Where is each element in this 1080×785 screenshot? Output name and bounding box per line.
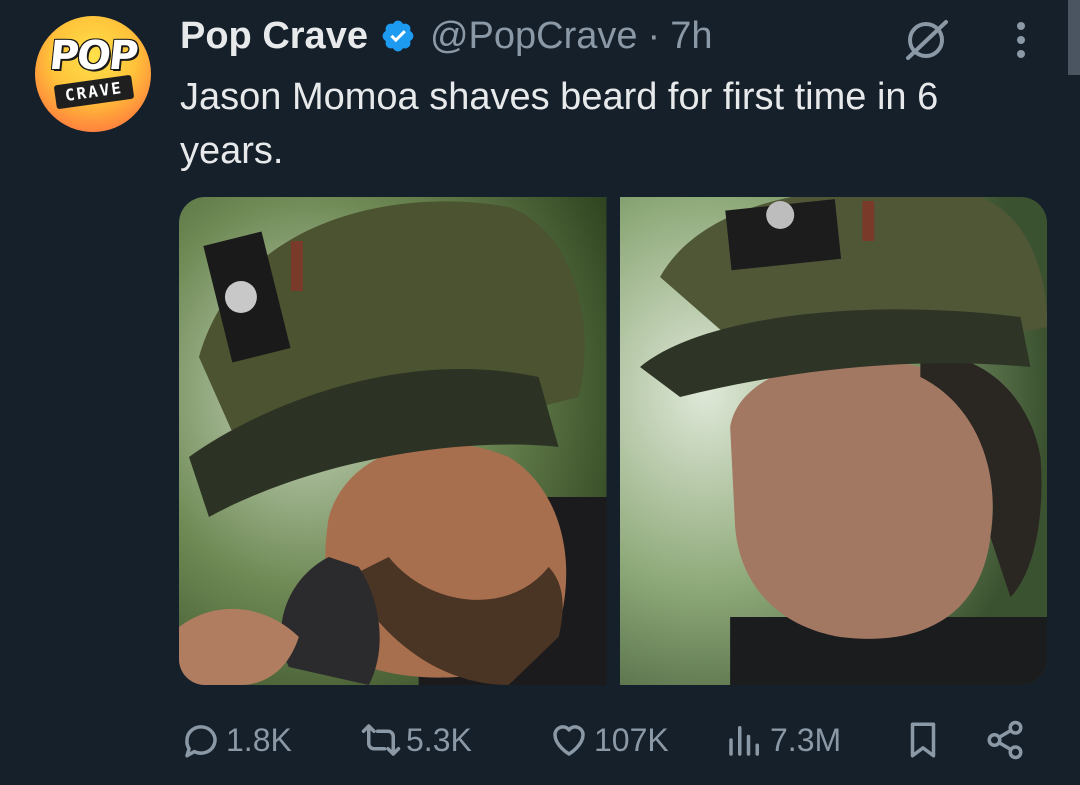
photo-left-image bbox=[179, 197, 607, 685]
heart-icon bbox=[553, 725, 585, 756]
avatar[interactable]: POP CRAVE bbox=[35, 16, 151, 132]
views-count: 7.3M bbox=[770, 721, 842, 758]
views-bar-chart-icon bbox=[729, 726, 759, 756]
photo-left[interactable] bbox=[179, 197, 607, 685]
photo-right-image bbox=[619, 197, 1047, 685]
scrollbar[interactable] bbox=[1068, 0, 1080, 75]
author-name[interactable]: Pop Crave bbox=[180, 15, 368, 58]
media-grid[interactable] bbox=[179, 197, 1047, 685]
share-icon bbox=[987, 720, 1023, 760]
post-header: Pop Crave @PopCrave · 7h bbox=[180, 10, 712, 62]
post-text: Jason Momoa shaves beard for first time … bbox=[180, 76, 939, 172]
grok-icon[interactable] bbox=[902, 16, 952, 62]
author-handle[interactable]: @PopCrave bbox=[430, 15, 638, 58]
reply-count: 1.8K bbox=[226, 721, 292, 758]
bookmark-button[interactable] bbox=[902, 714, 944, 766]
repost-count: 5.3K bbox=[406, 721, 472, 758]
repost-icon bbox=[361, 724, 401, 756]
verified-badge-icon bbox=[382, 20, 414, 52]
separator-dot: · bbox=[647, 14, 661, 57]
avatar-logo-pop: POP bbox=[47, 33, 139, 79]
repost-button[interactable]: 5.3K bbox=[360, 714, 472, 766]
post-time[interactable]: 7h bbox=[670, 15, 712, 58]
photo-right[interactable] bbox=[619, 197, 1047, 685]
like-button[interactable]: 107K bbox=[548, 714, 669, 766]
like-count: 107K bbox=[594, 721, 669, 758]
avatar-logo-crave: CRAVE bbox=[53, 74, 135, 110]
views-button[interactable]: 7.3M bbox=[724, 714, 841, 766]
more-vertical-icon[interactable] bbox=[1008, 18, 1034, 62]
action-bar: 1.8K 5.3K 107K 7.3M bbox=[180, 714, 1030, 766]
share-button[interactable] bbox=[984, 714, 1026, 766]
bookmark-icon bbox=[910, 722, 936, 758]
reply-button[interactable]: 1.8K bbox=[180, 714, 292, 766]
reply-icon bbox=[185, 725, 217, 758]
